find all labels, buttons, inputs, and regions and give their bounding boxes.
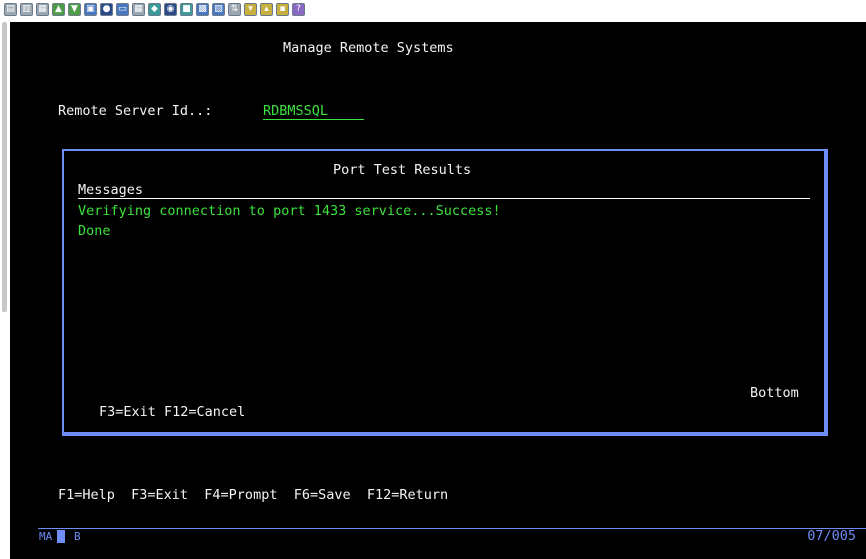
more-indicator: Bottom xyxy=(750,385,799,401)
toolbar: ▤ ▥ ▦ ▲ ▼ ▣ ● ▭ ▦ ◆ ◉ ■ ▩ ▨ ⇅ ▾ ▴ ▪ ? xyxy=(0,0,866,22)
copy-icon[interactable]: ▤ xyxy=(4,3,17,16)
keypad-icon[interactable]: ▦ xyxy=(132,3,145,16)
status-mode: MA xyxy=(39,530,53,543)
color-icon[interactable]: ◉ xyxy=(164,3,177,16)
receive-file-icon[interactable]: ▼ xyxy=(68,3,81,16)
status-line-rule xyxy=(38,528,866,529)
popup-function-keys[interactable]: F3=Exit F12=Cancel xyxy=(99,404,245,420)
paste-icon[interactable]: ▥ xyxy=(20,3,33,16)
status-indicator: B xyxy=(74,530,81,543)
image-icon[interactable]: ▩ xyxy=(196,3,209,16)
terminal-screen[interactable]: Manage Remote Systems Remote Server Id..… xyxy=(10,22,866,559)
remote-server-label: Remote Server Id..: xyxy=(58,103,213,119)
messages-header: Messages xyxy=(78,182,144,198)
function-keys[interactable]: F1=Help F3=Exit F4=Prompt F6=Save F12=Re… xyxy=(58,487,448,503)
transfer-down-icon[interactable]: ▾ xyxy=(244,3,257,16)
paste-special-icon[interactable]: ▦ xyxy=(36,3,49,16)
help-icon[interactable]: ? xyxy=(292,3,305,16)
session-icon[interactable]: ■ xyxy=(180,3,193,16)
toolbar-icons: ▤ ▥ ▦ ▲ ▼ ▣ ● ▭ ▦ ◆ ◉ ■ ▩ ▨ ⇅ ▾ ▴ ▪ ? xyxy=(4,3,305,18)
port-test-results-window xyxy=(62,149,828,436)
properties-icon[interactable]: ▨ xyxy=(212,3,225,16)
print-icon[interactable]: ▪ xyxy=(276,3,289,16)
popup-title: Port Test Results xyxy=(333,162,472,178)
messages-header-rule xyxy=(78,198,810,199)
cursor-block xyxy=(57,530,65,543)
transfer-icon[interactable]: ▴ xyxy=(260,3,273,16)
scrollbar[interactable] xyxy=(2,22,7,312)
message-line: Done xyxy=(78,223,111,239)
record-icon[interactable]: ● xyxy=(100,3,113,16)
remote-server-field[interactable]: RDBMSSQL xyxy=(263,103,328,119)
send-file-icon[interactable]: ▲ xyxy=(52,3,65,16)
message-line: Verifying connection to port 1433 servic… xyxy=(78,203,501,219)
remote-server-field-underline xyxy=(263,119,364,120)
screen-title: Manage Remote Systems xyxy=(283,40,454,56)
display-icon[interactable]: ▭ xyxy=(116,3,129,16)
cursor-position: 07/005 xyxy=(807,528,856,544)
transfer-up-icon[interactable]: ⇅ xyxy=(228,3,241,16)
settings-icon[interactable]: ◆ xyxy=(148,3,161,16)
macro-icon[interactable]: ▣ xyxy=(84,3,97,16)
